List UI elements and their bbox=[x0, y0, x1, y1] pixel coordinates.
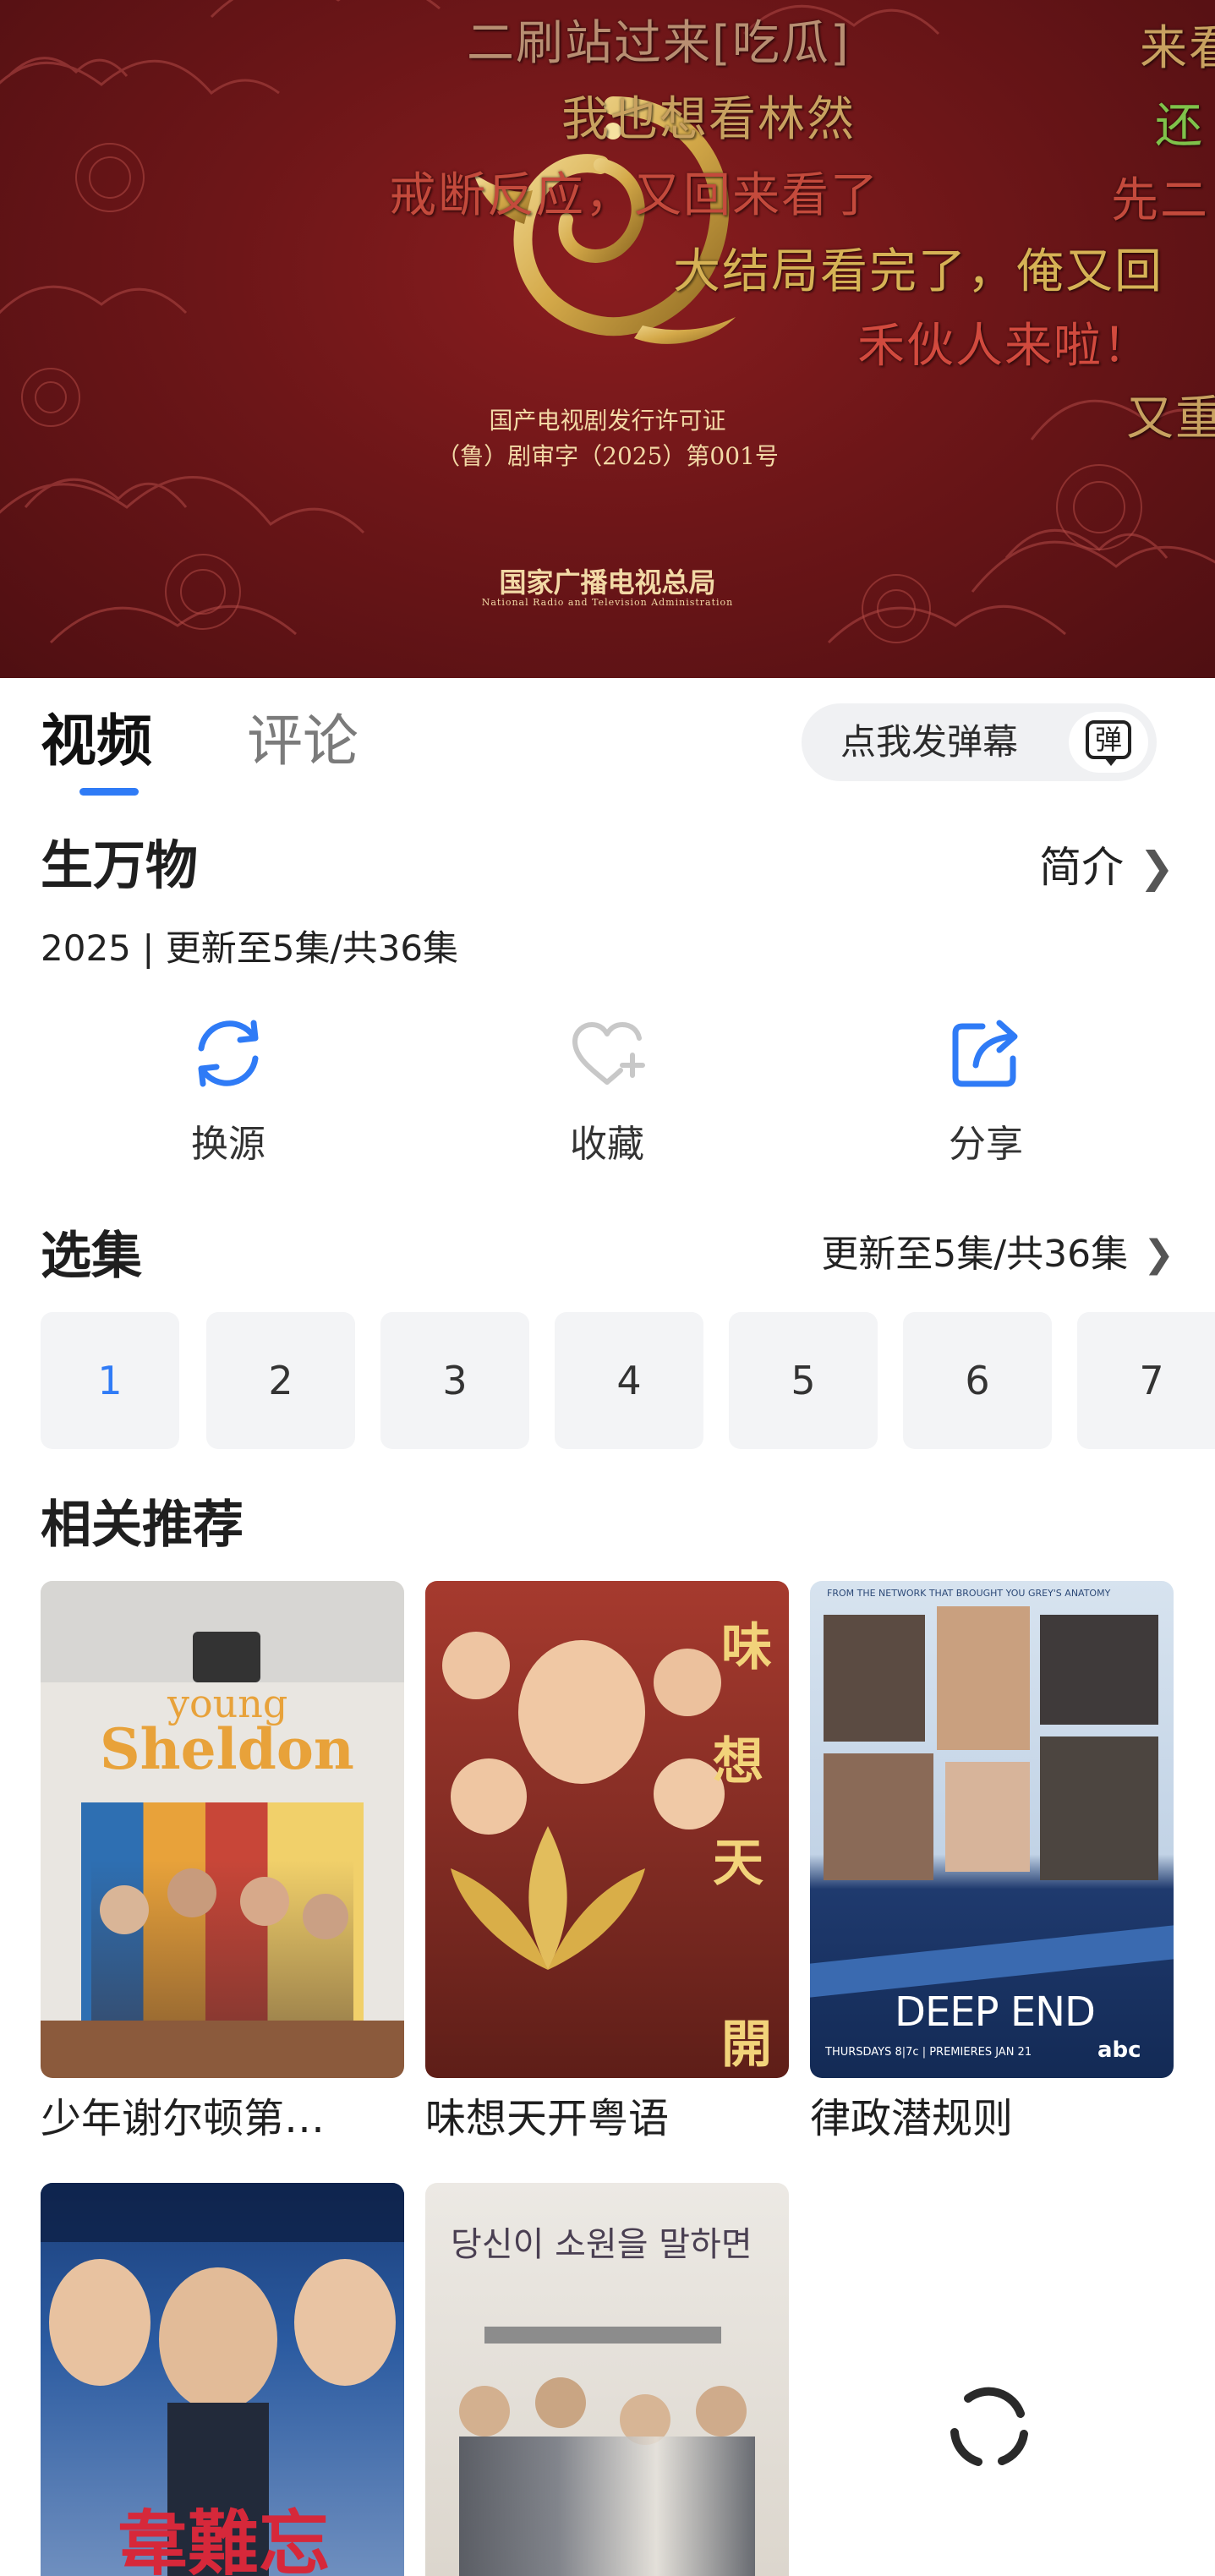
poster-text: 想 bbox=[713, 1732, 763, 1791]
share-icon bbox=[952, 1020, 1018, 1087]
danmaku-toggle-button[interactable]: 弹 bbox=[1069, 712, 1148, 773]
episodes-summary-link[interactable]: 更新至5集/共36集 ❯ bbox=[821, 1224, 1174, 1285]
intro-label: 简介 bbox=[1039, 843, 1125, 892]
danmaku-comment: 大结局看完了，俺又回 bbox=[673, 244, 1163, 299]
danmaku-comment: 先二 bbox=[1111, 173, 1209, 228]
episodes-summary: 更新至5集/共36集 bbox=[821, 1233, 1129, 1276]
intro-link[interactable]: 简介 ❯ bbox=[1039, 834, 1174, 901]
danmaku-comment: 还 bbox=[1155, 99, 1204, 154]
agency-name-en: National Radio and Television Administra… bbox=[481, 597, 734, 608]
episode-chip[interactable]: 3 bbox=[380, 1312, 529, 1449]
switch-source-button[interactable]: 换源 bbox=[118, 1011, 338, 1170]
poster-text: 味 bbox=[721, 1618, 772, 1677]
poster-text: 韋難忘 bbox=[117, 2502, 331, 2576]
refresh-icon bbox=[198, 1020, 259, 1087]
recommendations-title: 相关推荐 bbox=[41, 1496, 244, 1555]
tab-video[interactable]: 视频 bbox=[41, 703, 152, 779]
show-meta: 2025 | 更新至5集/共36集 bbox=[41, 927, 459, 969]
share-button[interactable]: 分享 bbox=[876, 1011, 1096, 1170]
danmaku-input-placeholder: 点我发弹幕 bbox=[840, 721, 1019, 763]
tab-comments[interactable]: 评论 bbox=[247, 703, 358, 779]
recommendation-title: 味想天开粤语 bbox=[425, 2095, 670, 2142]
danmaku-comment: 二刷站过来[吃瓜] bbox=[467, 16, 851, 71]
episodes-title: 选集 bbox=[41, 1227, 142, 1286]
poster-text: 天 bbox=[713, 1834, 763, 1893]
danmaku-comment: 戒断反应，又回来看了 bbox=[389, 168, 879, 223]
license-line-2: （鲁）剧审字（2025）第001号 bbox=[436, 442, 779, 470]
switch-source-label: 换源 bbox=[191, 1123, 265, 1166]
poster-image: 당신이 소원을 말하면 bbox=[425, 2183, 789, 2576]
favorite-label: 收藏 bbox=[570, 1123, 644, 1166]
recommendation-card[interactable]: 韋難忘 bbox=[41, 2183, 404, 2576]
danmaku-comment: 我也想看林然 bbox=[561, 92, 856, 147]
recommendation-card[interactable]: FROM THE NETWORK THAT BROUGHT YOU GREY'S… bbox=[810, 1581, 1174, 2151]
poster-text: DEEP END bbox=[895, 1988, 1096, 2036]
chevron-right-icon: ❯ bbox=[1143, 1233, 1174, 1276]
show-title: 生万物 bbox=[41, 834, 199, 896]
poster-text: 開 bbox=[721, 2015, 772, 2075]
poster-text: 당신이 소원을 말하면 bbox=[451, 2225, 753, 2264]
poster-image: FROM THE NETWORK THAT BROUGHT YOU GREY'S… bbox=[810, 1581, 1174, 2078]
episode-chip[interactable]: 6 bbox=[903, 1312, 1052, 1449]
danmaku-input[interactable]: 点我发弹幕 弹 bbox=[802, 703, 1157, 781]
episode-chip[interactable]: 5 bbox=[729, 1312, 878, 1449]
license-line-1: 国产电视剧发行许可证 bbox=[489, 407, 726, 435]
danmaku-comment: 禾伙人来啦！ bbox=[857, 319, 1152, 374]
favorite-button[interactable]: 收藏 bbox=[497, 1011, 717, 1170]
danmaku-comment: 来看 bbox=[1140, 21, 1215, 76]
poster-image: young Sheldon bbox=[41, 1581, 404, 2078]
poster-image: 韋難忘 bbox=[41, 2183, 404, 2576]
chevron-right-icon: ❯ bbox=[1139, 843, 1174, 892]
poster-text: FROM THE NETWORK THAT BROUGHT YOU GREY'S… bbox=[827, 1588, 1111, 1599]
heart-plus-icon bbox=[572, 1022, 645, 1085]
episode-chip[interactable]: 4 bbox=[555, 1312, 703, 1449]
golden-lotus-icon bbox=[451, 1826, 645, 1970]
poster-text: THURSDAYS 8|7c | PREMIERES JAN 21 bbox=[825, 2046, 1032, 2059]
poster-text: Sheldon bbox=[100, 1716, 354, 1782]
recommendation-title: 少年谢尔顿第… bbox=[41, 2095, 326, 2142]
episode-chip[interactable]: 7 bbox=[1077, 1312, 1215, 1449]
episode-chip[interactable]: 2 bbox=[206, 1312, 355, 1449]
recommendation-title: 律政潜规则 bbox=[810, 2095, 1014, 2142]
video-player[interactable]: 国产电视剧发行许可证 （鲁）剧审字（2025）第001号 国家广播电视总局 Na… bbox=[0, 0, 1215, 678]
recommendation-card[interactable]: 味 想 天 開 味想天开粤语 bbox=[425, 1581, 789, 2151]
danmaku-comment: 又重 bbox=[1126, 391, 1215, 446]
active-tab-indicator bbox=[79, 788, 139, 796]
share-label: 分享 bbox=[949, 1123, 1023, 1166]
poster-image: 味 想 天 開 bbox=[425, 1581, 789, 2078]
episode-list: 1 2 3 4 5 6 7 bbox=[41, 1312, 1215, 1449]
recommendation-card[interactable]: young Sheldon 少年谢尔顿第… bbox=[41, 1581, 404, 2151]
recommendation-card[interactable]: 당신이 소원을 말하면 bbox=[425, 2183, 789, 2576]
danmaku-bubble-icon: 弹 bbox=[1086, 720, 1131, 766]
poster-text: abc bbox=[1097, 2037, 1141, 2063]
episode-chip[interactable]: 1 bbox=[41, 1312, 179, 1449]
loading-spinner-icon bbox=[950, 2387, 1028, 2466]
agency-name: 国家广播电视总局 bbox=[499, 566, 716, 599]
